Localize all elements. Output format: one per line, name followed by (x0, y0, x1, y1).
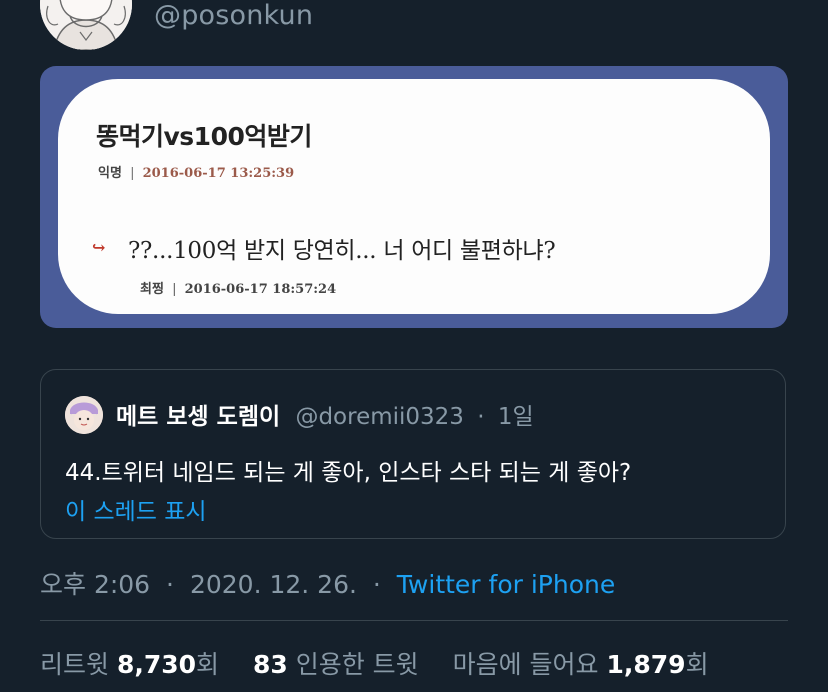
media-reply-sep: | (172, 282, 177, 297)
likes-stat[interactable]: 마음에 들어요 1,879회 (453, 650, 709, 679)
author-handle[interactable]: @posonkun (154, 0, 313, 31)
quoted-dot: · (477, 404, 485, 430)
quoted-author-name: 메트 보셍 도렘이 (116, 404, 281, 430)
retweets-suffix: 회 (196, 650, 220, 679)
quoted-author-avatar (65, 396, 103, 434)
divider (40, 620, 788, 621)
reply-arrow-icon: ↪ (92, 238, 106, 257)
quoted-age: 1일 (497, 404, 534, 430)
likes-count: 1,879 (606, 650, 686, 679)
likes-label: 마음에 들어요 (452, 650, 599, 679)
media-post-card: 똥먹기vs100억받기 익명 | 2016-06-17 13:25:39 ↪ ?… (58, 79, 770, 314)
retweets-stat[interactable]: 리트윗 8,730회 (40, 650, 219, 679)
tweet-source-link[interactable]: Twitter for iPhone (397, 570, 615, 599)
tweet-stats: 리트윗 8,730회 83 인용한 트윗 마음에 들어요 1,879회 (40, 645, 709, 681)
tweet-meta-row: 오후 2:06 · 2020. 12. 26. · Twitter for iP… (40, 565, 615, 601)
media-post-time: 2016-06-17 13:25:39 (142, 166, 295, 181)
show-thread-link[interactable]: 이 스레드 표시 (65, 492, 207, 526)
media-reply-meta: 최찡 | 2016-06-17 18:57:24 (140, 278, 336, 297)
media-post-sep: | (130, 166, 135, 181)
likes-suffix: 회 (685, 650, 709, 679)
quote-tweets-count: 83 (252, 650, 288, 679)
quote-tweets-label: 인용한 트윗 (295, 650, 419, 679)
media-reply-author: 최찡 (140, 282, 164, 297)
tweet-date[interactable]: 2020. 12. 26. (190, 570, 357, 599)
media-post-author: 익명 (98, 166, 122, 181)
author-avatar[interactable] (40, 0, 132, 50)
retweets-count: 8,730 (116, 650, 197, 679)
meta-dot: · (372, 570, 381, 599)
quoted-tweet[interactable]: 메트 보셍 도렘이 @doremii0323 · 1일 44.트위터 네임드 되… (40, 369, 786, 539)
meta-dot: · (166, 570, 174, 599)
quote-tweets-stat[interactable]: 83 인용한 트윗 (253, 650, 419, 679)
media-post-meta: 익명 | 2016-06-17 13:25:39 (98, 162, 294, 181)
quoted-author-handle: @doremii0323 (295, 404, 464, 430)
retweets-label: 리트윗 (40, 650, 110, 679)
tweet-time[interactable]: 오후 2:06 (40, 570, 150, 599)
media-reply-time: 2016-06-17 18:57:24 (184, 282, 337, 297)
quoted-header: 메트 보셍 도렘이 @doremii0323 · 1일 (116, 397, 534, 431)
media-post-title: 똥먹기vs100억받기 (96, 122, 312, 151)
tweet-media-image[interactable]: 똥먹기vs100억받기 익명 | 2016-06-17 13:25:39 ↪ ?… (40, 66, 788, 328)
media-reply-text: ??...100억 받지 당연히... 너 어디 불편하냐? (128, 238, 556, 264)
quoted-text: 44.트위터 네임드 되는 게 좋아, 인스타 스타 되는 게 좋아? (65, 460, 632, 486)
